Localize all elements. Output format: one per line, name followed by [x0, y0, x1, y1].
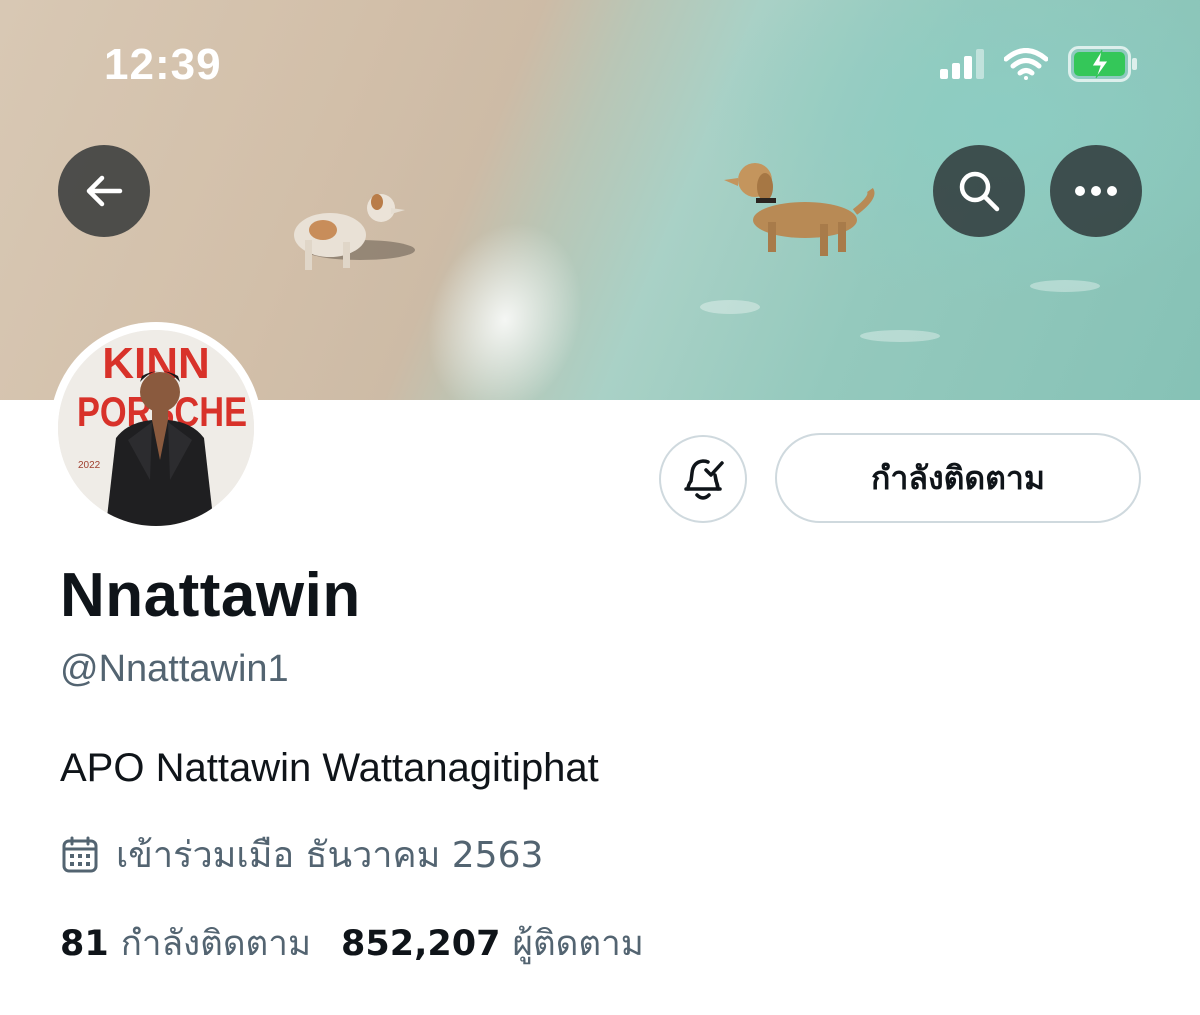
status-icons — [940, 46, 1138, 82]
bell-check-icon — [684, 459, 724, 500]
followers-label: ผู้ติดตาม — [512, 924, 644, 964]
banner-sparkle — [1030, 280, 1100, 292]
notifications-button[interactable] — [659, 435, 747, 523]
display-name: Nnattawin — [60, 561, 361, 630]
profile-avatar[interactable]: KINN PORSCHE 2022 — [50, 322, 262, 534]
status-time: 12:39 — [104, 40, 222, 89]
poster-year: 2022 — [78, 460, 101, 471]
search-icon — [959, 171, 1000, 212]
avatar-image: KINN PORSCHE 2022 — [58, 330, 254, 526]
calendar-icon — [62, 836, 98, 872]
banner-sparkle — [700, 300, 760, 314]
wifi-icon — [1004, 48, 1048, 80]
banner-dog-right — [724, 163, 875, 256]
cellular-signal-icon — [940, 49, 984, 79]
avatar-poster: KINN PORSCHE 2022 — [58, 330, 254, 526]
back-button[interactable] — [58, 145, 150, 237]
search-button[interactable] — [933, 145, 1025, 237]
following-label: กำลังติดตาม — [120, 924, 312, 964]
joined-date-text: เข้าร่วมเมือ ธันวาคม 2563 — [116, 835, 544, 876]
following-stat[interactable]: 81 กำลังติดตาม — [60, 916, 311, 971]
follow-stats: 81 กำลังติดตาม 852,207 ผู้ติดตาม — [60, 916, 644, 971]
joined-date-row: เข้าร่วมเมือ ธันวาคม 2563 — [60, 826, 543, 883]
user-handle: @Nnattawin1 — [60, 648, 289, 690]
more-options-button[interactable] — [1050, 145, 1142, 237]
banner-dog-left — [294, 194, 415, 270]
following-button[interactable]: กำลังติดตาม — [775, 433, 1141, 523]
banner-wave-foam — [402, 201, 608, 400]
profile-bio: APO Nattawin Wattanagitiphat — [60, 746, 599, 790]
banner-sparkle — [860, 330, 940, 342]
followers-stat[interactable]: 852,207 ผู้ติดตาม — [341, 916, 644, 971]
more-horizontal-icon — [1075, 186, 1117, 196]
following-count: 81 — [60, 924, 109, 964]
followers-count: 852,207 — [341, 924, 501, 964]
battery-charging-icon — [1068, 46, 1137, 82]
arrow-left-icon — [86, 175, 123, 207]
